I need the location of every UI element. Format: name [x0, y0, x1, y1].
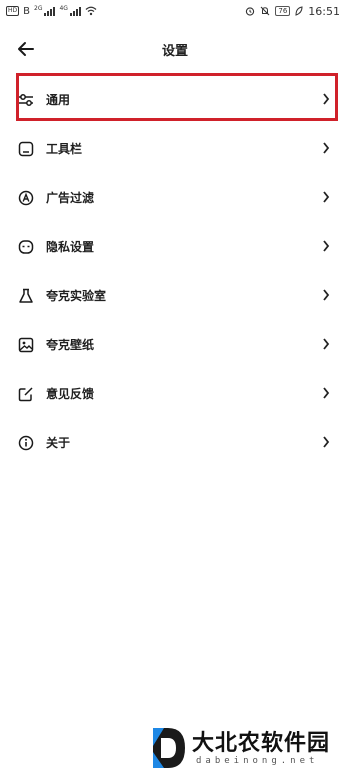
- image-icon: [18, 337, 34, 353]
- menu-item-about[interactable]: 关于: [0, 418, 350, 467]
- back-arrow-icon[interactable]: [16, 38, 36, 60]
- status-right: 76 16:51: [245, 5, 340, 18]
- chevron-right-icon: [323, 142, 330, 154]
- battery-indicator: 76: [275, 6, 291, 16]
- menu-item-lab[interactable]: 夸克实验室: [0, 271, 350, 320]
- chevron-right-icon: [323, 436, 330, 448]
- menu-item-general[interactable]: 通用: [0, 75, 350, 124]
- signal-icon: [44, 6, 56, 16]
- leaf-icon: [295, 6, 303, 16]
- menu-item-feedback[interactable]: 意见反馈: [0, 369, 350, 418]
- status-bar: HD B 2G 4G 76 16:51: [0, 0, 350, 22]
- menu-item-toolbar[interactable]: 工具栏: [0, 124, 350, 173]
- menu-item-label: 通用: [46, 93, 71, 107]
- sliders-icon: [18, 92, 34, 108]
- chevron-right-icon: [323, 240, 330, 252]
- watermark-logo-icon: [153, 728, 185, 768]
- chevron-right-icon: [323, 387, 330, 399]
- signal-icon-2: [69, 6, 81, 16]
- info-icon: [18, 435, 34, 451]
- settings-menu: 通用 工具栏 广告过滤 隐私设置 夸克实验室 夸克壁纸 意见反馈 关于: [0, 75, 350, 467]
- feedback-edit-icon: [18, 386, 34, 402]
- mute-bell-icon: [260, 6, 270, 16]
- ad-filter-icon: [18, 190, 34, 206]
- menu-item-label: 广告过滤: [46, 191, 95, 205]
- menu-item-label: 夸克实验室: [46, 289, 107, 303]
- watermark-title: 大北农软件园: [192, 730, 331, 756]
- flask-icon: [18, 288, 34, 304]
- watermark: 大北农软件园 dabeinong.net: [150, 726, 330, 770]
- wifi-icon: [85, 6, 97, 16]
- menu-item-wallpaper[interactable]: 夸克壁纸: [0, 320, 350, 369]
- privacy-icon: [18, 239, 34, 255]
- watermark-subtitle: dabeinong.net: [196, 756, 319, 766]
- menu-item-ad-filter[interactable]: 广告过滤: [0, 173, 350, 222]
- menu-item-label: 意见反馈: [46, 387, 95, 401]
- b-badge: B: [23, 5, 31, 17]
- toolbar-icon: [18, 141, 34, 157]
- status-time: 16:51: [308, 4, 340, 18]
- menu-item-label: 隐私设置: [46, 240, 95, 254]
- chevron-right-icon: [323, 289, 330, 301]
- menu-item-label: 夸克壁纸: [46, 338, 95, 352]
- status-left: HD B 2G 4G: [6, 4, 97, 17]
- alarm-icon: [246, 7, 255, 16]
- chevron-right-icon: [323, 93, 330, 105]
- header: 设置: [0, 34, 350, 64]
- menu-item-label: 工具栏: [46, 142, 83, 156]
- hd-badge: HD: [6, 6, 20, 16]
- page-title: 设置: [161, 44, 188, 59]
- menu-item-label: 关于: [46, 436, 71, 450]
- network-label-2: 4G: [59, 4, 68, 12]
- chevron-right-icon: [323, 338, 330, 350]
- chevron-right-icon: [323, 191, 330, 203]
- network-label-1: 2G: [34, 4, 43, 12]
- menu-item-privacy[interactable]: 隐私设置: [0, 222, 350, 271]
